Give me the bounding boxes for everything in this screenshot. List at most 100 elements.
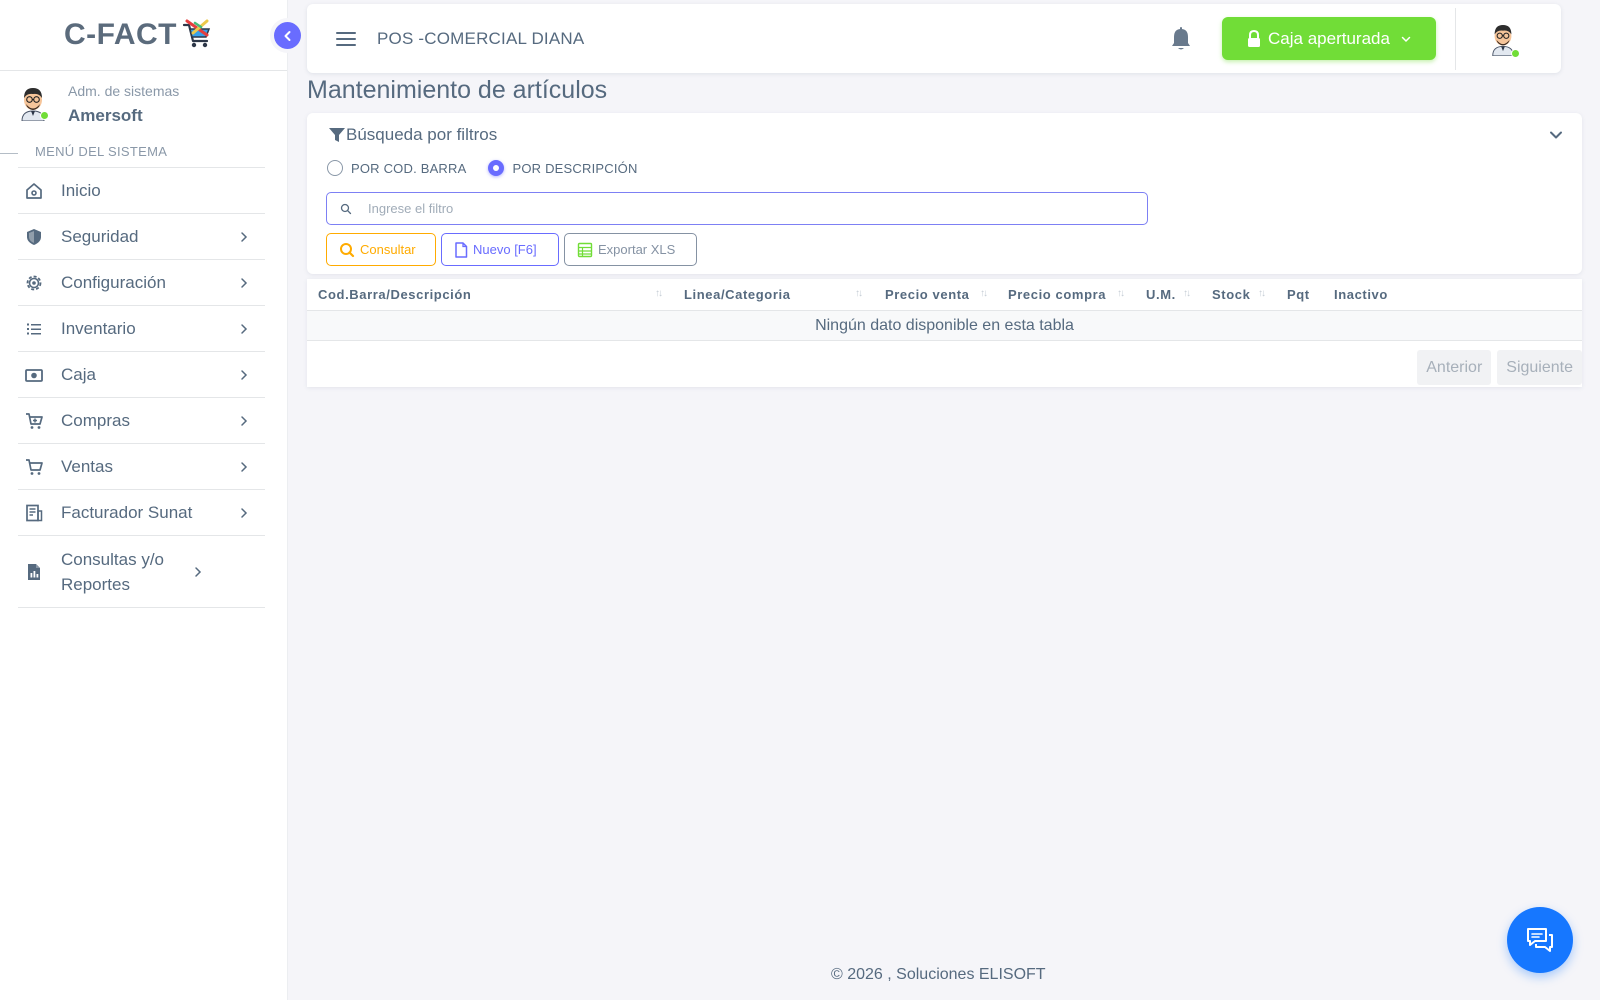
sidebar-menu: Inicio Seguridad Configuración Inventari… — [18, 167, 265, 608]
list-icon — [23, 318, 45, 340]
shield-icon — [23, 226, 45, 248]
sort-icon[interactable]: ↑↓ — [980, 288, 988, 299]
column-header[interactable]: Precio compra — [1008, 287, 1106, 302]
search-icon — [340, 203, 352, 215]
sidebar-item-caja[interactable]: Caja — [18, 352, 265, 398]
cart-icon — [23, 456, 45, 478]
sidebar: C-FACT Adm. de sistemas Amersoft MENÚ DE… — [0, 0, 288, 1000]
sidebar-item-label: Inicio — [61, 181, 101, 200]
chevron-right-icon — [237, 460, 251, 474]
radio-option-description[interactable]: POR DESCRIPCIÓN — [488, 160, 637, 176]
column-header[interactable]: Linea/Categoria — [684, 287, 791, 302]
home-icon — [23, 180, 45, 202]
sidebar-item-label: Compras — [61, 411, 130, 430]
menu-toggle-icon[interactable] — [335, 28, 357, 50]
navbar-divider — [1455, 8, 1456, 70]
chevron-right-icon — [191, 565, 205, 579]
sort-icon[interactable]: ↑↓ — [1258, 288, 1266, 299]
caja-status-label: Caja aperturada — [1268, 28, 1390, 48]
chevron-down-icon[interactable] — [1548, 127, 1564, 143]
sidebar-item-inicio[interactable]: Inicio — [18, 168, 265, 214]
search-input[interactable] — [368, 201, 1147, 216]
consultar-label: Consultar — [360, 242, 416, 257]
search-field — [326, 192, 1148, 225]
filter-actions: Consultar Nuevo [F6] Exportar XLS — [326, 233, 702, 266]
lock-icon — [1246, 29, 1262, 48]
brand-name: C-FACT — [64, 18, 177, 51]
gear-icon — [23, 272, 45, 294]
column-header[interactable]: Inactivo — [1334, 287, 1388, 302]
chevron-right-icon — [237, 322, 251, 336]
sidebar-item-label: Ventas — [61, 457, 113, 476]
sidebar-item-ventas[interactable]: Ventas — [18, 444, 265, 490]
column-header[interactable]: Pqt — [1287, 287, 1310, 302]
sidebar-item-consultas-reportes[interactable]: Consultas y/o Reportes — [18, 536, 265, 608]
cash-icon — [23, 364, 45, 386]
sort-icon[interactable]: ↑↓ — [1117, 288, 1125, 299]
file-icon — [454, 241, 468, 258]
chat-button[interactable] — [1507, 907, 1573, 973]
navbar-avatar[interactable] — [1489, 22, 1520, 61]
sidebar-item-label: Consultas y/o Reportes — [61, 549, 164, 594]
sort-icon[interactable]: ↑↓ — [1183, 288, 1191, 299]
avatar[interactable] — [18, 85, 52, 125]
top-navbar: POS -COMERCIAL DIANA Caja aperturada — [307, 4, 1561, 73]
chevron-left-icon — [284, 30, 290, 41]
footer-copyright: © 2026 , Soluciones ELISOFT — [831, 966, 1046, 983]
menu-header: MENÚ DEL SISTEMA — [0, 143, 287, 167]
table-empty-row: Ningún dato disponible en esta tabla — [307, 311, 1582, 341]
cart-plus-icon — [23, 410, 45, 432]
nuevo-label: Nuevo [F6] — [473, 242, 537, 257]
spreadsheet-icon — [577, 242, 593, 258]
filter-card: Búsqueda por filtros POR COD. BARRA POR … — [307, 113, 1582, 274]
column-header[interactable]: Precio venta — [885, 287, 970, 302]
filter-title: Búsqueda por filtros — [346, 125, 498, 144]
sort-icon[interactable]: ↑↓ — [855, 288, 863, 299]
radio-barcode-label: POR COD. BARRA — [351, 160, 467, 176]
search-icon — [339, 242, 355, 258]
online-status-dot — [40, 111, 49, 120]
nuevo-button[interactable]: Nuevo [F6] — [441, 233, 559, 266]
consultar-button[interactable]: Consultar — [326, 233, 436, 266]
chevron-right-icon — [237, 230, 251, 244]
brand[interactable]: C-FACT — [0, 0, 287, 71]
user-info: Adm. de sistemas Amersoft — [68, 83, 179, 126]
filter-icon — [328, 126, 346, 144]
chevron-right-icon — [237, 276, 251, 290]
next-page-button[interactable]: Siguiente — [1497, 350, 1582, 385]
sidebar-item-label: Inventario — [61, 319, 136, 338]
radio-option-barcode[interactable]: POR COD. BARRA — [327, 160, 466, 176]
bell-icon[interactable] — [1169, 26, 1193, 52]
sidebar-item-inventario[interactable]: Inventario — [18, 306, 265, 352]
previous-page-button[interactable]: Anterior — [1417, 350, 1492, 385]
sidebar-collapse-button[interactable] — [274, 22, 301, 49]
chevron-right-icon — [237, 414, 251, 428]
chat-icon — [1527, 928, 1553, 952]
report-icon — [23, 561, 45, 583]
chevron-right-icon — [237, 506, 251, 520]
store-name: POS -COMERCIAL DIANA — [377, 28, 585, 48]
radio-description[interactable] — [488, 160, 505, 176]
caja-status-button[interactable]: Caja aperturada — [1222, 17, 1436, 60]
filter-header[interactable]: Búsqueda por filtros — [328, 125, 497, 145]
sidebar-item-label: Configuración — [61, 273, 166, 292]
table-header: Cod.Barra/Descripción ↑↓ Linea/Categoria… — [307, 279, 1582, 311]
sort-icon[interactable]: ↑↓ — [655, 288, 663, 299]
sidebar-item-configuracion[interactable]: Configuración — [18, 260, 265, 306]
sidebar-item-label: Caja — [61, 365, 96, 384]
column-header[interactable]: Cod.Barra/Descripción — [318, 287, 471, 302]
column-header[interactable]: U.M. — [1146, 287, 1176, 302]
sidebar-item-compras[interactable]: Compras — [18, 398, 265, 444]
chevron-right-icon — [237, 368, 251, 382]
export-xls-button[interactable]: Exportar XLS — [564, 233, 697, 266]
sidebar-item-seguridad[interactable]: Seguridad — [18, 214, 265, 260]
radio-description-label: POR DESCRIPCIÓN — [512, 160, 638, 176]
chevron-down-icon — [1400, 33, 1412, 45]
sidebar-item-facturador-sunat[interactable]: Facturador Sunat — [18, 490, 265, 536]
radio-barcode[interactable] — [327, 160, 343, 176]
sidebar-item-label: Facturador Sunat — [61, 503, 193, 522]
sidebar-item-label: Seguridad — [61, 227, 139, 246]
cart-logo-icon — [181, 19, 213, 51]
sidebar-user: Adm. de sistemas Amersoft — [0, 71, 287, 143]
column-header[interactable]: Stock — [1212, 287, 1250, 302]
